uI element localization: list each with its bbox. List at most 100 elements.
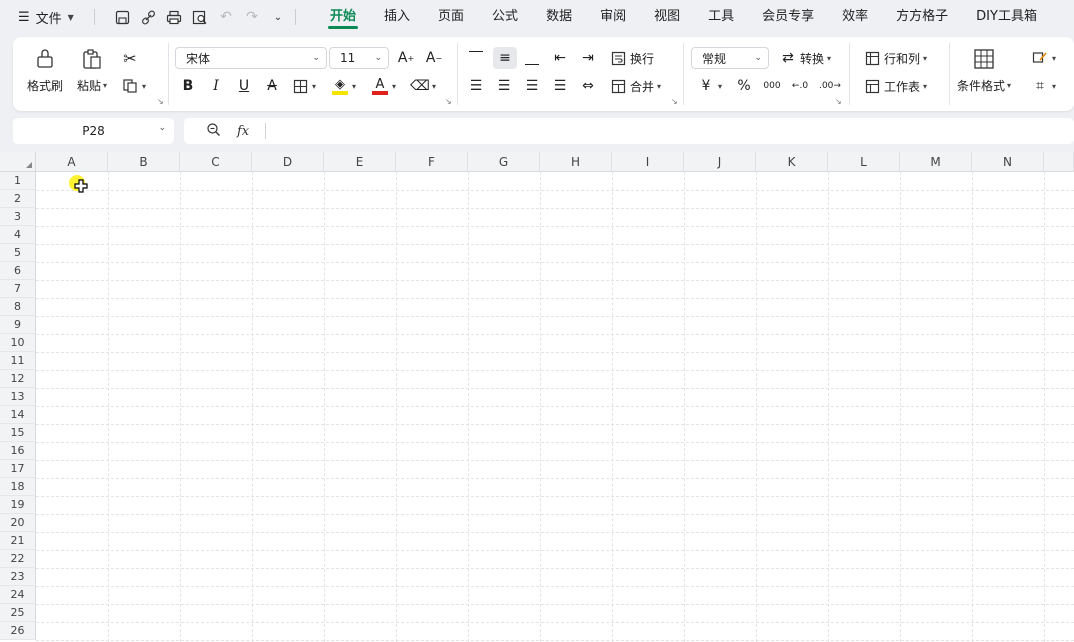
tab-insert[interactable]: 插入	[370, 0, 424, 34]
align-right-button[interactable]: ☰	[523, 75, 541, 97]
row-header-7[interactable]: 7	[0, 280, 36, 298]
fill-color-button[interactable]: ◈ ▾	[331, 75, 356, 97]
row-header-21[interactable]: 21	[0, 532, 36, 550]
rows-columns-button[interactable]: 行和列 ▾	[863, 47, 927, 69]
row-header-12[interactable]: 12	[0, 370, 36, 388]
clear-button[interactable]: ⌫ ▾	[410, 75, 436, 97]
dialog-launcher-icon[interactable]: ↘	[671, 97, 678, 106]
row-header-8[interactable]: 8	[0, 298, 36, 316]
convert-button[interactable]: ⇄ 转换 ▾	[779, 47, 831, 69]
percent-button[interactable]: %	[735, 75, 753, 97]
row-header-10[interactable]: 10	[0, 334, 36, 352]
column-header-c[interactable]: C	[180, 152, 252, 172]
row-header-23[interactable]: 23	[0, 568, 36, 586]
row-header-6[interactable]: 6	[0, 262, 36, 280]
font-size-select[interactable]: 11 ⌄	[329, 47, 389, 69]
align-center-button[interactable]: ☰	[495, 75, 513, 97]
cell-style-button[interactable]: ▾	[1031, 47, 1056, 69]
table-format-button[interactable]: ⌗ ▾	[1031, 75, 1056, 97]
dialog-launcher-icon[interactable]: ↘	[157, 97, 164, 106]
column-header-i[interactable]: I	[612, 152, 684, 172]
thousands-button[interactable]: 000	[763, 75, 781, 97]
row-header-14[interactable]: 14	[0, 406, 36, 424]
justify-button[interactable]: ☰	[551, 75, 569, 97]
borders-button[interactable]: ▾	[291, 75, 316, 97]
row-header-22[interactable]: 22	[0, 550, 36, 568]
tab-diy-toolbox[interactable]: DIY工具箱	[962, 0, 1051, 34]
align-middle-button[interactable]: ≡	[493, 47, 517, 69]
chevron-down-icon[interactable]: ⌄	[269, 8, 287, 26]
align-top-button[interactable]: ⎺	[467, 47, 485, 69]
function-icon[interactable]: fx	[237, 124, 249, 139]
tab-page[interactable]: 页面	[424, 0, 478, 34]
decrease-font-button[interactable]: A −	[425, 47, 443, 69]
row-header-1[interactable]: 1	[0, 172, 36, 190]
row-header-5[interactable]: 5	[0, 244, 36, 262]
column-header-a[interactable]: A	[36, 152, 108, 172]
spreadsheet-grid[interactable]: A B C D E F G H I J K L M N 1 2 3 4 5 6 7 8 9 10 11 12 13 14 15 16 17 1…	[0, 152, 1074, 642]
decrease-indent-button[interactable]: ⇤	[551, 47, 569, 69]
column-header-g[interactable]: G	[468, 152, 540, 172]
font-name-select[interactable]: 宋体 ⌄	[175, 47, 327, 69]
redo-icon[interactable]: ↷	[243, 8, 261, 26]
file-menu-button[interactable]: ☰ 文件 ▼	[0, 8, 86, 27]
merge-button[interactable]: 合并 ▾	[609, 75, 661, 97]
paste-button[interactable]: 粘贴 ▾	[77, 47, 107, 94]
align-left-button[interactable]: ☰	[467, 75, 485, 97]
strikethrough-button[interactable]: A	[263, 75, 281, 97]
row-header-19[interactable]: 19	[0, 496, 36, 514]
column-header-l[interactable]: L	[828, 152, 900, 172]
increase-font-button[interactable]: A +	[397, 47, 415, 69]
row-header-11[interactable]: 11	[0, 352, 36, 370]
link-icon[interactable]	[139, 8, 157, 26]
zoom-icon[interactable]	[206, 122, 221, 141]
align-bottom-button[interactable]: ⎽	[523, 47, 541, 69]
increase-decimal-button[interactable]: ←.0	[791, 75, 809, 97]
tab-tools[interactable]: 工具	[694, 0, 748, 34]
tab-efficiency[interactable]: 效率	[828, 0, 882, 34]
column-header-f[interactable]: F	[396, 152, 468, 172]
row-header-4[interactable]: 4	[0, 226, 36, 244]
tab-review[interactable]: 审阅	[586, 0, 640, 34]
tab-data[interactable]: 数据	[532, 0, 586, 34]
worksheet-button[interactable]: 工作表 ▾	[863, 75, 927, 97]
conditional-format-button[interactable]: 条件格式 ▾	[957, 47, 1011, 94]
wrap-text-button[interactable]: 换行	[609, 47, 654, 69]
formula-input-area[interactable]: fx	[184, 118, 1074, 144]
cut-button[interactable]: ✂	[121, 47, 139, 69]
print-icon[interactable]	[165, 8, 183, 26]
row-header-13[interactable]: 13	[0, 388, 36, 406]
increase-indent-button[interactable]: ⇥	[579, 47, 597, 69]
underline-button[interactable]: U	[235, 75, 253, 97]
row-header-16[interactable]: 16	[0, 442, 36, 460]
row-header-18[interactable]: 18	[0, 478, 36, 496]
bold-button[interactable]: B	[179, 75, 197, 97]
dialog-launcher-icon[interactable]: ↘	[445, 97, 452, 106]
font-color-button[interactable]: A ▾	[371, 75, 396, 97]
chevron-down-icon[interactable]: ⌄	[158, 123, 166, 133]
column-header-k[interactable]: K	[756, 152, 828, 172]
column-header-n[interactable]: N	[972, 152, 1044, 172]
number-format-select[interactable]: 常规 ⌄	[691, 47, 769, 69]
tab-home[interactable]: 开始	[316, 0, 370, 34]
select-all-button[interactable]	[0, 152, 36, 172]
row-header-15[interactable]: 15	[0, 424, 36, 442]
copy-button[interactable]: ▾	[121, 75, 146, 97]
tab-member[interactable]: 会员专享	[748, 0, 828, 34]
column-header-h[interactable]: H	[540, 152, 612, 172]
print-preview-icon[interactable]	[191, 8, 209, 26]
tab-view[interactable]: 视图	[640, 0, 694, 34]
name-box[interactable]: P28 ⌄	[13, 118, 174, 144]
italic-button[interactable]: I	[207, 75, 225, 97]
row-header-20[interactable]: 20	[0, 514, 36, 532]
column-header-e[interactable]: E	[324, 152, 396, 172]
decrease-decimal-button[interactable]: .00→	[819, 75, 841, 97]
row-header-9[interactable]: 9	[0, 316, 36, 334]
currency-button[interactable]: ¥ ▾	[697, 75, 722, 97]
save-icon[interactable]	[113, 8, 131, 26]
row-header-24[interactable]: 24	[0, 586, 36, 604]
column-header-b[interactable]: B	[108, 152, 180, 172]
distribute-button[interactable]: ⇔	[579, 75, 597, 97]
column-header-d[interactable]: D	[252, 152, 324, 172]
format-painter-button[interactable]: 格式刷	[27, 47, 63, 94]
